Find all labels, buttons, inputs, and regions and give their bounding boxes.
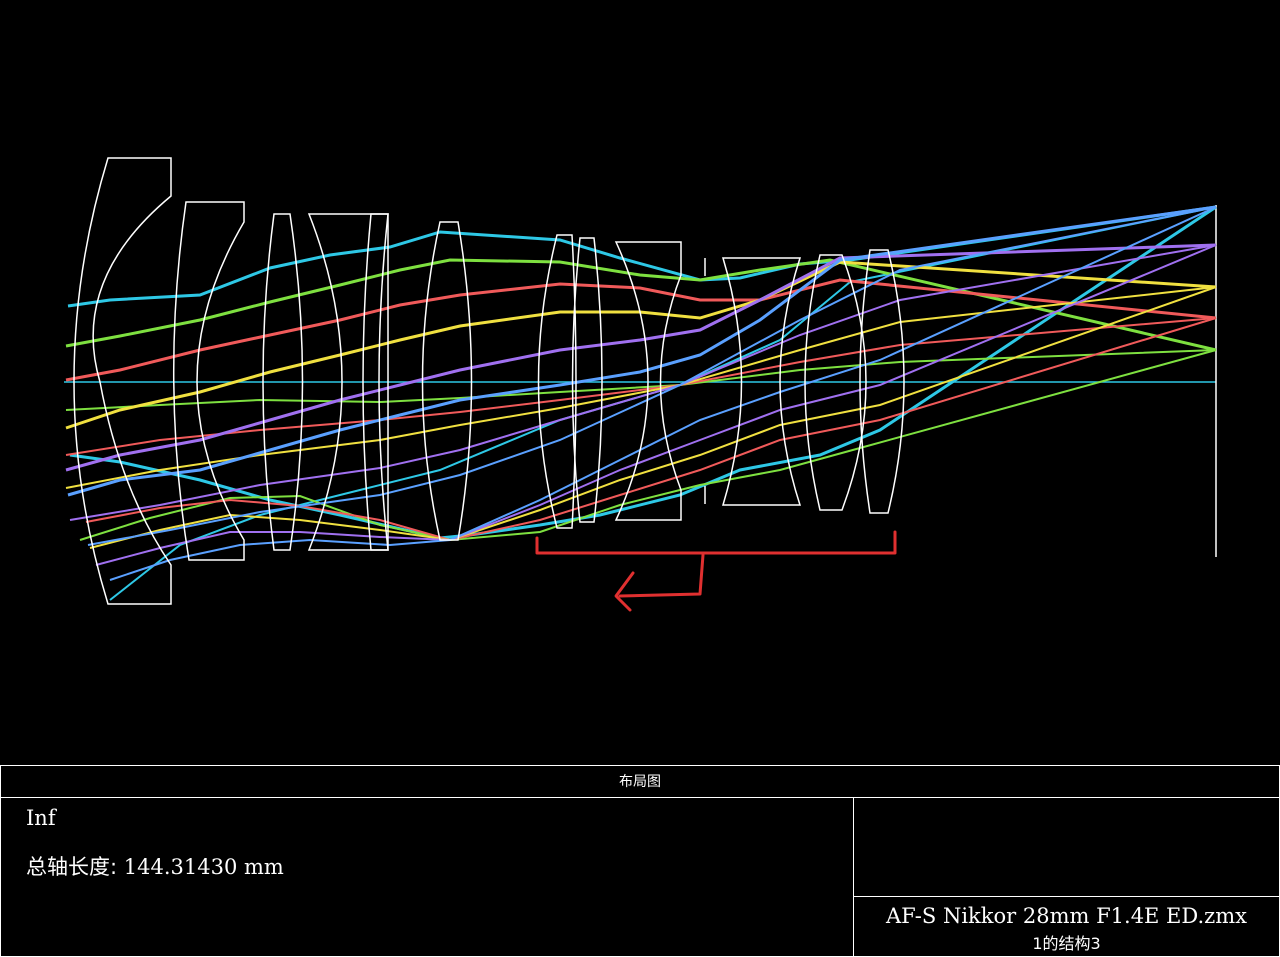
- configuration-label: 1的结构3: [1032, 934, 1101, 953]
- ray-cyan-upper: [67, 205, 1217, 308]
- info-right-box: AF-S Nikkor 28mm F1.4E ED.zmx 1的结构3: [854, 798, 1279, 956]
- annotation-arrowhead: [614, 571, 635, 612]
- ray-red-upper: [65, 278, 1217, 382]
- panel-title: 布局图: [1, 766, 1279, 798]
- layout-info-panel: 布局图 Inf 总轴长度: 144.31430 mm AF-S Nikkor 2…: [0, 765, 1280, 957]
- file-name: AF-S Nikkor 28mm F1.4E ED.zmx: [886, 904, 1247, 928]
- total-axis-length: 总轴长度: 144.31430 mm: [26, 851, 284, 881]
- lens-element-6: [421, 221, 473, 541]
- ray-bundles: [65, 205, 1217, 601]
- field-label: Inf: [26, 806, 56, 830]
- right-divider: [854, 896, 1279, 897]
- ray-green-upper: [65, 258, 1217, 352]
- ray-yellow-lower: [89, 286, 1217, 549]
- ray-red-lower: [85, 317, 1217, 542]
- focus-movement-annotation: [535, 530, 897, 612]
- lens-layout-diagram: [64, 157, 1217, 612]
- axis-length-label: 总轴长度:: [26, 855, 118, 879]
- annotation-bracket: [535, 530, 897, 555]
- axis-length-value: 144.31430 mm: [117, 855, 284, 879]
- info-left-box: Inf 总轴长度: 144.31430 mm: [1, 798, 854, 956]
